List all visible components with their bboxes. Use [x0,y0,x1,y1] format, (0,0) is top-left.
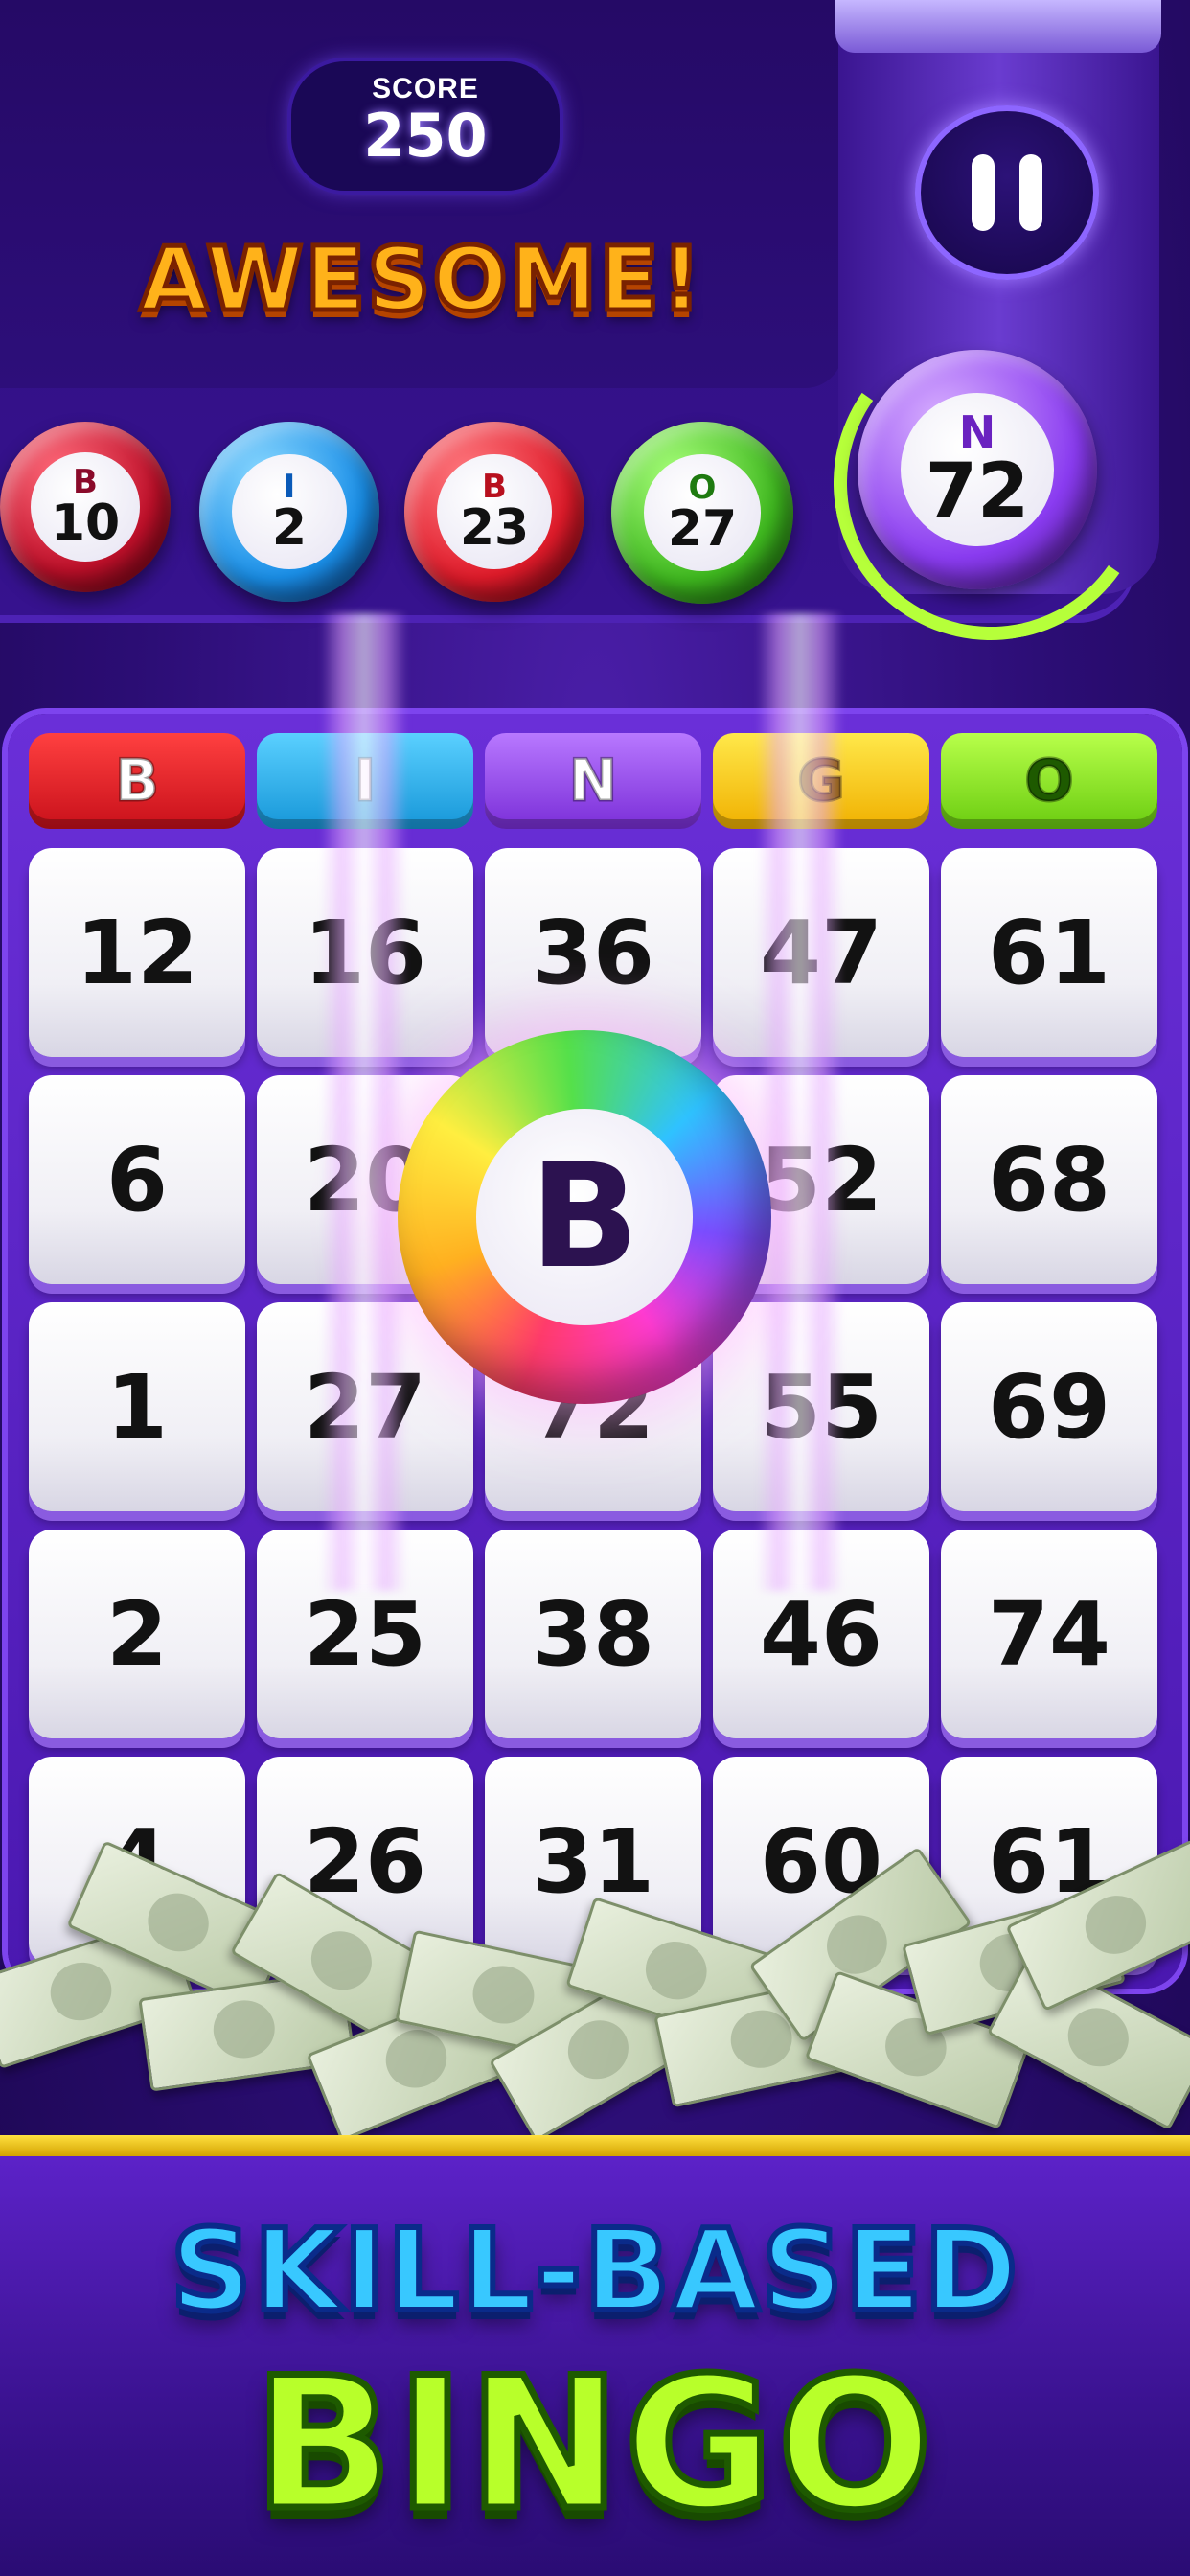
called-ball-letter: B [482,468,507,506]
card-cell[interactable]: 16 [257,848,473,1057]
ball-tube-cap [835,0,1161,53]
money-pile-illustration [0,1838,1190,2147]
called-ball-number: 2 [271,499,308,557]
card-cell[interactable]: 55 [713,1302,929,1511]
called-ball: O 27 [611,422,793,604]
current-ball-face: N 72 [901,393,1054,546]
card-cell[interactable]: 2 [29,1530,245,1738]
column-header-i: I [257,733,473,829]
called-ball-face: O 27 [644,454,761,571]
card-cell[interactable]: 69 [941,1302,1157,1511]
column-header-b: B [29,733,245,829]
divider-bar [0,2135,1190,2156]
called-ball-letter: O [688,469,717,507]
column-header-o: O [941,733,1157,829]
card-cell[interactable]: 6 [29,1075,245,1284]
called-ball-face: I 2 [231,453,348,570]
score-box: SCORE 250 [287,58,563,195]
called-ball-face: B 10 [31,452,140,562]
called-ball-letter: I [283,468,296,506]
rainbow-power-ball[interactable]: B [398,1030,771,1404]
pause-icon [1019,154,1042,231]
called-ball-number: 10 [50,494,121,552]
called-ball: I 2 [199,422,379,602]
column-header-g: G [713,733,929,829]
score-value: 250 [363,101,488,171]
card-cell[interactable]: 38 [485,1530,701,1738]
praise-text: AWESOME! [137,226,704,334]
tagline-line1: SKILL-BASED [168,2201,1021,2339]
tagline-line2: BINGO [251,2335,936,2554]
card-cell[interactable]: 46 [713,1530,929,1738]
called-ball-number: 23 [459,499,530,557]
called-ball-letter: B [73,463,98,501]
card-cell[interactable]: 61 [941,848,1157,1057]
called-ball: B 23 [404,422,584,602]
pause-icon [972,154,995,231]
called-ball-number: 27 [667,500,738,558]
card-cell[interactable]: 74 [941,1530,1157,1738]
dollar-bill [1005,1838,1190,2012]
card-cell[interactable]: 1 [29,1302,245,1511]
card-cell[interactable]: 47 [713,848,929,1057]
power-ball-letter: B [475,1108,694,1326]
current-ball: N 72 [858,350,1097,589]
current-ball-number: 72 [925,448,1030,535]
card-cell[interactable]: 68 [941,1075,1157,1284]
pause-button[interactable] [915,105,1099,280]
card-cell[interactable]: 12 [29,848,245,1057]
called-ball: B 10 [0,422,171,592]
column-header-n: N [485,733,701,829]
card-cell[interactable]: 25 [257,1530,473,1738]
card-cell[interactable]: 36 [485,848,701,1057]
called-ball-face: B 23 [436,453,553,570]
